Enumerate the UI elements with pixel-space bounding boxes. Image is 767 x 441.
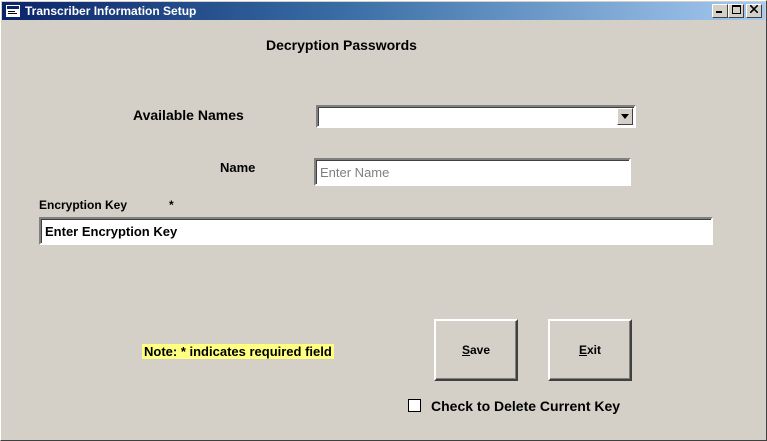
window-title: Transcriber Information Setup — [25, 4, 197, 18]
minimize-icon — [716, 11, 722, 13]
exit-button[interactable]: Exit — [548, 319, 632, 381]
delete-key-checkbox-label[interactable]: Check to Delete Current Key — [431, 398, 620, 414]
required-marker: * — [169, 198, 174, 212]
maximize-icon — [731, 5, 741, 14]
available-names-dropdown[interactable] — [316, 105, 636, 128]
save-mnemonic: S — [461, 343, 470, 357]
required-note: Note: * indicates required field — [142, 344, 334, 359]
maximize-button[interactable] — [728, 4, 744, 18]
save-label-rest: ave — [469, 343, 491, 357]
exit-mnemonic: E — [578, 343, 587, 357]
exit-label-rest: xit — [587, 343, 602, 357]
encryption-key-value: Enter Encryption Key — [45, 224, 178, 239]
save-button[interactable]: Save — [434, 319, 518, 381]
name-placeholder: Enter Name — [320, 165, 390, 180]
encryption-key-field[interactable]: Enter Encryption Key — [39, 217, 713, 245]
minimize-button[interactable] — [712, 4, 728, 18]
available-names-label: Available Names — [133, 107, 244, 123]
title-bar[interactable]: Transcriber Information Setup — [2, 2, 765, 20]
delete-key-checkbox[interactable] — [408, 399, 421, 412]
close-button[interactable] — [746, 4, 762, 18]
encryption-key-label: Encryption Key — [39, 198, 128, 212]
app-window-icon — [6, 5, 20, 17]
name-label: Name — [220, 160, 256, 175]
name-field[interactable]: Enter Name — [314, 158, 631, 186]
close-icon — [749, 4, 759, 14]
chevron-down-icon — [621, 114, 629, 119]
form-heading: Decryption Passwords — [266, 37, 417, 53]
app-window: Transcriber Information Setup Decryption… — [0, 0, 767, 441]
dropdown-button[interactable] — [617, 108, 633, 125]
